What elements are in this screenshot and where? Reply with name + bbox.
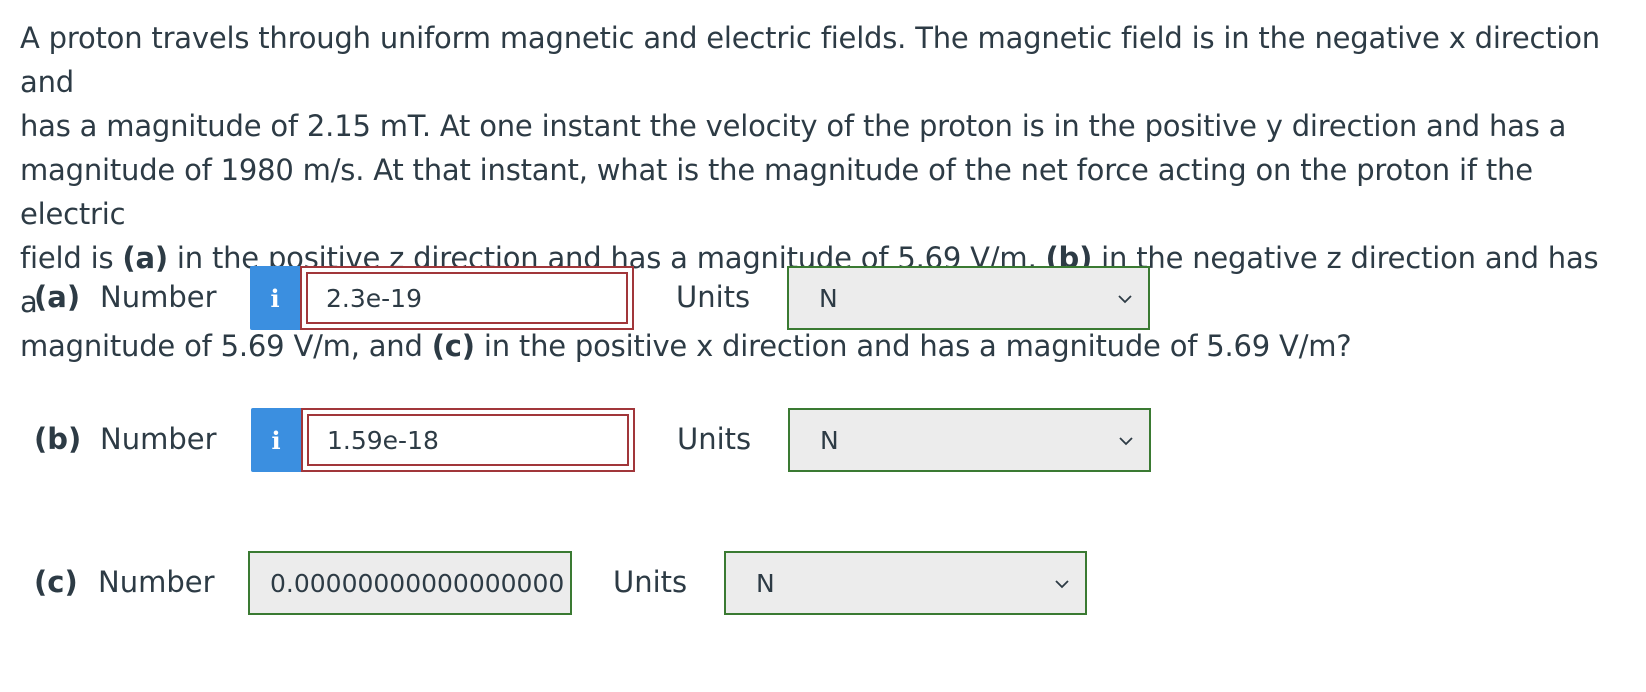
chevron-down-icon <box>1055 580 1069 589</box>
question-line-1: A proton travels through uniform magneti… <box>20 21 1600 99</box>
units-label: Units <box>613 565 688 599</box>
number-input[interactable]: 0.00000000000000000 <box>248 551 572 615</box>
answer-row-b: (b) Number i 1.59e-18 Units N <box>0 408 1200 472</box>
part-label: (a) <box>34 280 81 314</box>
text: in the positive x direction and has a ma… <box>474 329 1352 363</box>
info-button[interactable]: i <box>250 266 300 330</box>
number-input[interactable]: 1.59e-18 <box>301 408 635 472</box>
info-button[interactable]: i <box>251 408 301 472</box>
answer-row-c: (c) Number 0.00000000000000000 Units N <box>0 551 1200 615</box>
answer-row-a: (a) Number i 2.3e-19 Units N <box>0 266 1200 330</box>
units-select[interactable]: N <box>724 551 1087 615</box>
text: magnitude of 5.69 V/m, and <box>20 329 432 363</box>
chevron-down-icon <box>1119 437 1133 446</box>
info-icon: i <box>271 425 281 455</box>
number-label: Number <box>98 565 215 599</box>
units-select[interactable]: N <box>788 408 1151 472</box>
info-icon: i <box>270 283 280 313</box>
question-line-3: magnitude of 1980 m/s. At that instant, … <box>20 153 1533 231</box>
units-select[interactable]: N <box>787 266 1150 330</box>
number-label: Number <box>100 280 217 314</box>
units-value: N <box>820 425 839 455</box>
part-c-ref: (c) <box>431 329 475 363</box>
units-value: N <box>756 568 775 598</box>
number-label: Number <box>100 422 217 456</box>
units-label: Units <box>676 280 751 314</box>
units-value: N <box>819 283 838 313</box>
chevron-down-icon <box>1118 295 1132 304</box>
question-line-2: has a magnitude of 2.15 mT. At one insta… <box>20 109 1567 143</box>
number-input[interactable]: 2.3e-19 <box>300 266 634 330</box>
part-label: (b) <box>34 422 82 456</box>
question-line-5: magnitude of 5.69 V/m, and (c) in the po… <box>20 324 1620 368</box>
part-label: (c) <box>34 565 78 599</box>
units-label: Units <box>677 422 752 456</box>
